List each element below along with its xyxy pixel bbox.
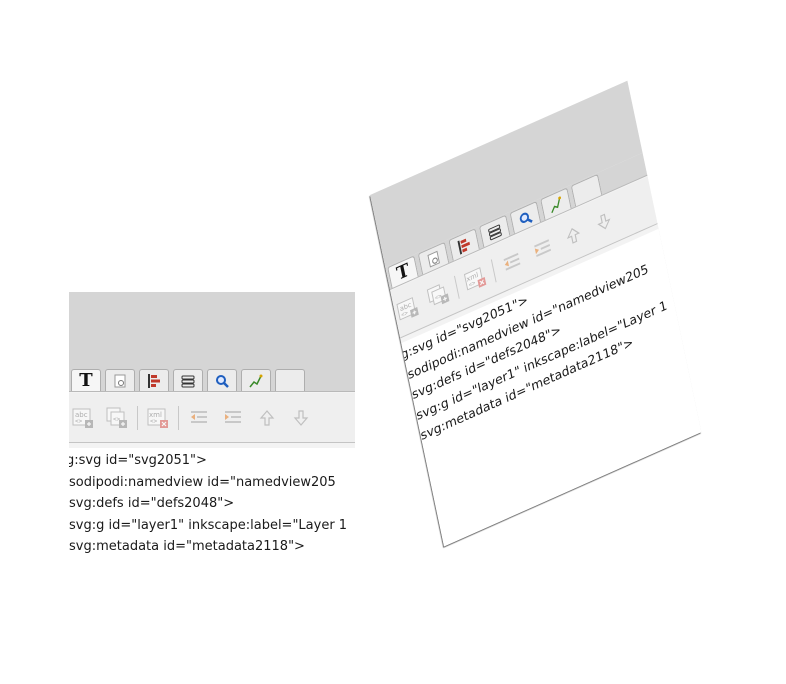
svg-text:<>: <>: [150, 418, 158, 425]
unindent-node-button[interactable]: [497, 243, 528, 281]
toolbar-separator: [137, 405, 138, 430]
pen-icon: [249, 374, 263, 387]
xml-doc-icon: [114, 374, 126, 387]
text-icon: T: [79, 369, 93, 391]
align-icon: [457, 238, 470, 255]
tab-more[interactable]: [275, 369, 305, 391]
svg-text:<>: <>: [468, 280, 476, 289]
raise-node-icon: [259, 409, 275, 426]
toolbar-separator: [178, 405, 179, 430]
tab-xml-editor[interactable]: [105, 369, 135, 391]
new-element-node-button[interactable]: abc <>: [69, 404, 97, 432]
raise-node-button[interactable]: [558, 216, 589, 254]
delete-node-icon: xml <>: [147, 408, 168, 428]
indent-node-icon: [534, 238, 551, 257]
tab-pen[interactable]: [241, 369, 271, 391]
tab-align[interactable]: [139, 369, 169, 391]
dock-header: [69, 292, 355, 368]
delete-node-icon: xml <>: [463, 266, 487, 290]
layers-icon: [181, 375, 195, 387]
pen-icon: [551, 195, 561, 213]
new-text-node-button[interactable]: <>: [103, 404, 131, 432]
delete-node-button[interactable]: xml <>: [144, 404, 172, 432]
svg-text:<>: <>: [75, 418, 83, 425]
indent-node-button[interactable]: [527, 230, 558, 268]
xml-editor-panel: T abc <> <> xml <> g:svg id="svg2051"> s…: [69, 292, 355, 662]
tree-node-metadata[interactable]: svg:metadata id="metadata2118">: [69, 536, 355, 558]
layers-icon: [488, 224, 502, 240]
indent-node-icon: [225, 410, 241, 423]
find-icon: [519, 212, 533, 223]
new-element-node-icon: abc <>: [72, 408, 93, 428]
toolbar-separator: [490, 258, 497, 283]
indent-node-button[interactable]: [219, 404, 247, 432]
raise-node-icon: [566, 227, 580, 244]
tree-node-defs[interactable]: svg:defs id="defs2048">: [69, 493, 355, 515]
tree-node-svg-root[interactable]: g:svg id="svg2051">: [69, 450, 355, 472]
unindent-node-icon: [191, 410, 207, 423]
new-text-node-button[interactable]: <>: [423, 276, 454, 314]
lower-node-button[interactable]: [287, 404, 315, 432]
find-icon: [216, 374, 229, 388]
new-element-node-icon: abc <>: [396, 296, 419, 320]
tab-find[interactable]: [207, 369, 237, 391]
dock-tab-bar: T: [69, 368, 355, 392]
raise-node-button[interactable]: [253, 404, 281, 432]
unindent-node-icon: [503, 252, 521, 271]
xml-editor-panel-tilted: T abc <> <> xml <> g:svg id="svg2051"> s…: [370, 80, 702, 547]
lower-node-button[interactable]: [589, 203, 620, 241]
tree-node-namedview[interactable]: sodipodi:namedview id="namedview205: [69, 472, 355, 494]
tab-layers[interactable]: [173, 369, 203, 391]
lower-node-icon: [597, 213, 611, 229]
xml-doc-icon: [427, 250, 440, 268]
svg-text:<>: <>: [401, 310, 409, 319]
delete-node-button[interactable]: xml <>: [460, 260, 491, 298]
align-icon: [148, 373, 160, 388]
xml-toolbar: abc <> <> xml <>: [69, 393, 355, 443]
toolbar-separator: [453, 275, 460, 299]
unindent-node-button[interactable]: [185, 404, 213, 432]
tab-text[interactable]: T: [71, 369, 101, 391]
lower-node-icon: [293, 409, 309, 426]
new-text-node-icon: <>: [426, 283, 450, 305]
tree-node-layer1[interactable]: svg:g id="layer1" inkscape:label="Layer …: [69, 515, 355, 537]
new-element-node-button[interactable]: abc <>: [392, 290, 423, 328]
text-icon: T: [394, 259, 412, 285]
xml-node-tree: g:svg id="svg2051"> sodipodi:namedview i…: [69, 448, 355, 662]
new-text-node-icon: <>: [106, 407, 127, 428]
